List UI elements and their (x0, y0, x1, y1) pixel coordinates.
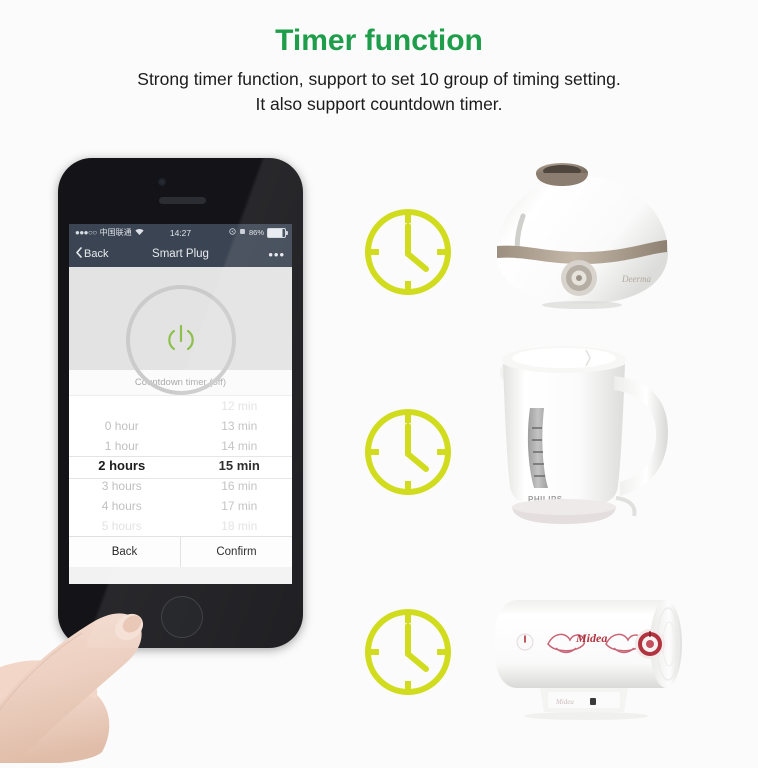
status-bar-time: 14:27 (169, 227, 192, 238)
status-bar: ●●●○○ 中国联通 14:27 86% (69, 224, 292, 241)
picker-column-minutes[interactable]: 12 min 13 min 14 min 15 min 16 min 17 mi… (181, 396, 293, 536)
picker-item-minute[interactable]: 17 min (181, 496, 293, 516)
front-camera-icon (157, 178, 166, 186)
picker-item-minute[interactable]: 16 min (181, 476, 293, 496)
picker-columns: 5 hours 0 hour 1 hour 2 hours 3 hours 4 … (69, 396, 292, 536)
picker-item-hour[interactable]: 3 hours (69, 476, 181, 496)
svg-text:Deerma: Deerma (621, 274, 651, 284)
power-toggle-area[interactable] (69, 267, 292, 395)
humidifier: Deerma (482, 152, 682, 312)
phone-top-bezel (58, 158, 303, 224)
picker-selection-line-top (69, 456, 292, 457)
power-icon-svg (167, 324, 194, 351)
home-button[interactable] (160, 596, 203, 638)
picker-item-hour-selected[interactable]: 2 hours (69, 456, 181, 476)
water-heater: Midea Midea (478, 586, 698, 731)
clock-icon-svg (365, 409, 451, 495)
content-stage: ●●●○○ 中国联通 14:27 86% Back Smart Plug •••… (0, 140, 758, 765)
duration-picker[interactable]: 5 hours 0 hour 1 hour 2 hours 3 hours 4 … (69, 396, 292, 536)
picker-item-minute[interactable]: 13 min (181, 416, 293, 436)
page-title: Timer function (275, 24, 483, 57)
clock-icon-2 (358, 402, 458, 502)
clock-icon-svg (365, 209, 451, 295)
picker-footer: Back Confirm (69, 536, 292, 567)
picker-selection-line-bottom (69, 478, 292, 479)
picker-item-minute[interactable]: 12 min (181, 396, 293, 416)
earpiece-speaker-icon (158, 197, 206, 204)
clock-icon-svg (365, 609, 451, 695)
picker-item-minute-selected[interactable]: 15 min (181, 456, 293, 476)
picker-item-hour[interactable]: 0 hour (69, 416, 181, 436)
app-nav-bar: Back Smart Plug ••• (69, 241, 292, 267)
picker-item-hour[interactable]: 1 hour (69, 436, 181, 456)
app-title: Smart Plug (152, 248, 209, 260)
svg-text:Midea: Midea (575, 631, 607, 645)
phone-screen: ●●●○○ 中国联通 14:27 86% Back Smart Plug •••… (69, 224, 292, 584)
picker-item-minute[interactable]: 18 min (181, 516, 293, 536)
electric-kettle: PHILIPS (486, 336, 686, 532)
confirm-button[interactable]: Confirm (180, 537, 292, 567)
humidifier-svg: Deerma (496, 163, 668, 309)
page-subtitle-line2: It also support countdown timer. (255, 94, 503, 115)
power-icon[interactable] (161, 319, 201, 359)
clock-icon-3 (358, 602, 458, 702)
picker-item-minute[interactable]: 14 min (181, 436, 293, 456)
picker-item-hour[interactable]: 5 hours (69, 516, 181, 536)
svg-text:Midea: Midea (555, 698, 574, 706)
electric-kettle-svg: PHILIPS (500, 346, 668, 524)
smartphone-mockup: ●●●○○ 中国联通 14:27 86% Back Smart Plug •••… (58, 158, 303, 648)
water-heater-svg: Midea Midea (494, 600, 682, 720)
page-subtitle-line1: Strong timer function, support to set 10… (137, 69, 621, 89)
page-header: Timer function Strong timer function, su… (0, 0, 758, 118)
picker-item-hour[interactable]: 4 hours (69, 496, 181, 516)
picker-column-hours[interactable]: 5 hours 0 hour 1 hour 2 hours 3 hours 4 … (69, 396, 181, 536)
back-button[interactable]: Back (69, 537, 180, 567)
clock-icon-1 (358, 202, 458, 302)
battery-icon (267, 227, 288, 238)
